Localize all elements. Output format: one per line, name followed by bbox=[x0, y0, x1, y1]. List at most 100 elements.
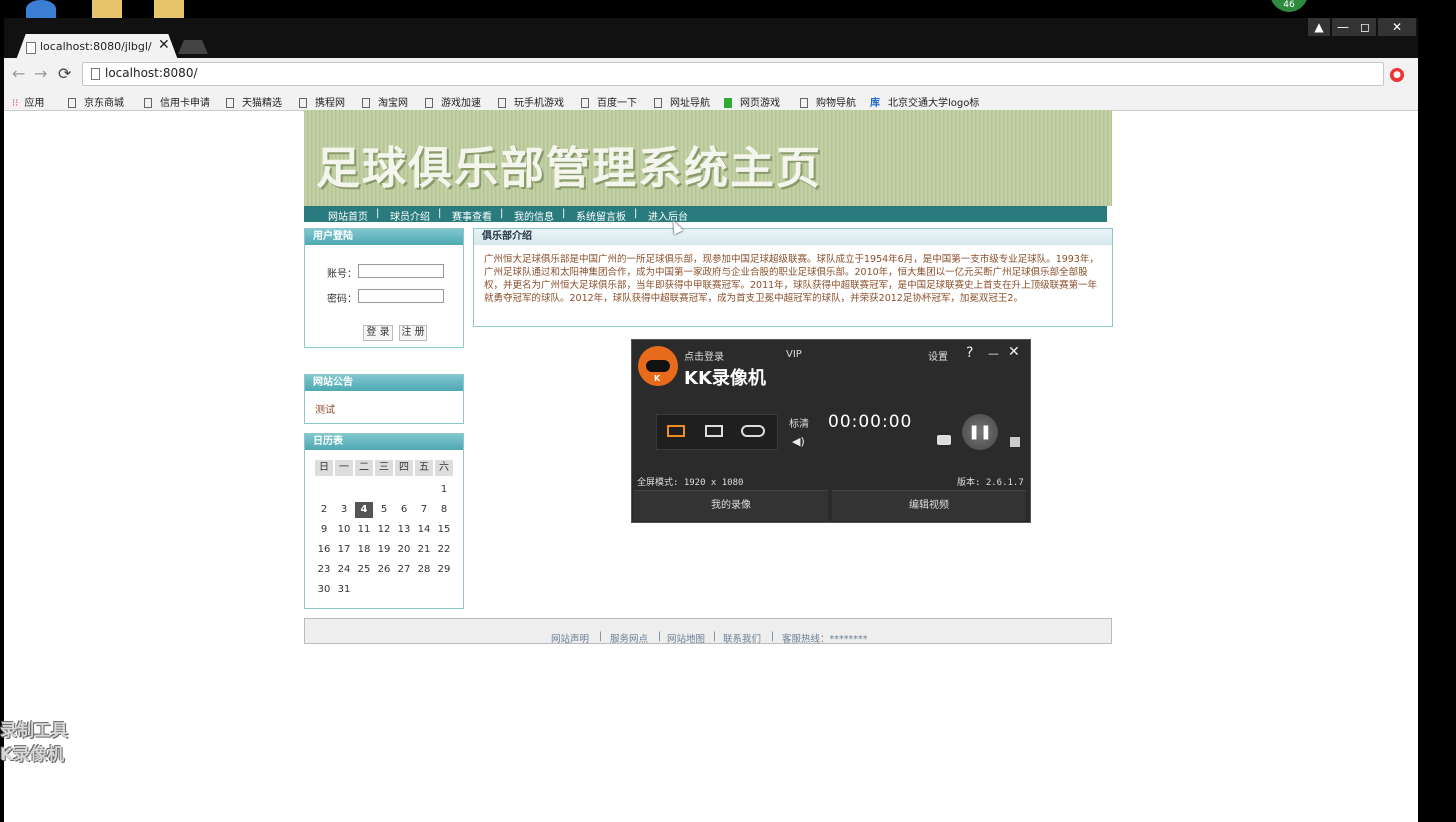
calendar-day[interactable]: 16 bbox=[315, 542, 333, 558]
calendar-day[interactable]: 1 bbox=[435, 482, 453, 498]
calendar-day[interactable]: 15 bbox=[435, 522, 453, 538]
camera-icon[interactable] bbox=[937, 435, 951, 445]
calendar-day[interactable]: 2 bbox=[315, 502, 333, 518]
calendar-day[interactable]: 12 bbox=[375, 522, 393, 538]
bookmark-item[interactable]: 库北京交通大学logo标 bbox=[870, 94, 979, 109]
kk-close-icon[interactable]: ✕ bbox=[1008, 344, 1020, 360]
nav-home[interactable]: 网站首页 bbox=[328, 208, 368, 223]
weekday-header: 三 bbox=[375, 460, 393, 476]
browser-tab[interactable]: localhost:8080/jlbgl/in… ✕ bbox=[16, 34, 178, 60]
calendar-day[interactable]: 24 bbox=[335, 562, 353, 578]
calendar-day[interactable]: 22 bbox=[435, 542, 453, 558]
register-button[interactable]: 注 册 bbox=[399, 325, 427, 341]
weekday-header: 日 bbox=[315, 460, 333, 476]
bookmark-item[interactable]: 淘宝网 bbox=[362, 94, 408, 109]
calendar-day[interactable]: 29 bbox=[435, 562, 453, 578]
bookmark-item[interactable]: 携程网 bbox=[299, 94, 345, 109]
footer-link-service[interactable]: 服务网点 bbox=[610, 631, 648, 645]
nav-message-board[interactable]: 系统留言板 bbox=[576, 208, 626, 223]
address-bar[interactable]: localhost:8080/ bbox=[82, 62, 1384, 86]
bookmark-item[interactable]: 信用卡申请 bbox=[144, 94, 210, 109]
kk-login-link[interactable]: 点击登录 bbox=[684, 348, 724, 363]
bookmark-apps[interactable]: ⁝⁝ 应用 bbox=[12, 94, 44, 109]
close-button[interactable]: ✕ bbox=[1378, 18, 1416, 36]
volume-icon[interactable]: ◀) bbox=[792, 435, 805, 448]
footer-link-statement[interactable]: 网站声明 bbox=[551, 631, 589, 645]
kk-minimize-icon[interactable]: — bbox=[988, 347, 999, 360]
calendar-day[interactable]: 13 bbox=[395, 522, 413, 538]
calendar-day[interactable]: 9 bbox=[315, 522, 333, 538]
kk-help-icon[interactable]: ? bbox=[966, 345, 973, 361]
desktop-folder-icon[interactable] bbox=[154, 0, 184, 18]
nav-matches[interactable]: 赛事查看 bbox=[452, 208, 492, 223]
bookmark-item[interactable]: 网页游戏 bbox=[724, 94, 780, 109]
calendar-title: 日历表 bbox=[305, 434, 463, 450]
pause-button[interactable]: ❚❚ bbox=[962, 414, 998, 450]
kk-quality-label[interactable]: 标清 bbox=[789, 415, 809, 430]
nav-admin[interactable]: 进入后台 bbox=[648, 208, 688, 223]
nav-my-info[interactable]: 我的信息 bbox=[514, 208, 554, 223]
notice-panel: 网站公告 测试 bbox=[304, 374, 464, 424]
calendar-day[interactable]: 28 bbox=[415, 562, 433, 578]
bookmarks-bar: ⁝⁝ 应用 京东商城 信用卡申请 天猫精选 携程网 淘宝网 游戏加速 玩手机游戏 … bbox=[4, 92, 1418, 111]
bookmark-item[interactable]: 玩手机游戏 bbox=[498, 94, 564, 109]
bookmark-item[interactable]: 京东商城 bbox=[68, 94, 124, 109]
new-tab-button[interactable] bbox=[178, 40, 208, 54]
user-icon[interactable]: ▲ bbox=[1308, 18, 1330, 36]
calendar-day[interactable]: 18 bbox=[355, 542, 373, 558]
calendar-day[interactable]: 27 bbox=[395, 562, 413, 578]
account-input[interactable] bbox=[358, 264, 444, 278]
maximize-button[interactable]: ◻ bbox=[1354, 18, 1376, 36]
calendar-day[interactable]: 11 bbox=[355, 522, 373, 538]
bookmark-item[interactable]: 网址导航 bbox=[654, 94, 710, 109]
calendar-day[interactable]: 6 bbox=[395, 502, 413, 518]
extension-icon[interactable]: ● bbox=[1390, 68, 1404, 82]
calendar-day[interactable]: 5 bbox=[375, 502, 393, 518]
password-input[interactable] bbox=[358, 289, 444, 303]
calendar-day[interactable]: 7 bbox=[415, 502, 433, 518]
calendar-day[interactable]: 21 bbox=[415, 542, 433, 558]
site-banner: 足球俱乐部管理系统主页 bbox=[304, 110, 1112, 206]
calendar-day[interactable]: 20 bbox=[395, 542, 413, 558]
forward-icon[interactable]: → bbox=[34, 64, 47, 83]
kk-settings-button[interactable]: 设置 bbox=[928, 348, 948, 363]
nav-separator: | bbox=[376, 208, 380, 219]
calendar-day[interactable]: 19 bbox=[375, 542, 393, 558]
notice-item[interactable]: 测试 bbox=[315, 401, 335, 416]
calendar-day[interactable]: 3 bbox=[335, 502, 353, 518]
edit-video-button[interactable]: 编辑视频 bbox=[832, 490, 1026, 521]
bookmark-item[interactable]: 购物导航 bbox=[800, 94, 856, 109]
minimize-button[interactable]: — bbox=[1332, 18, 1354, 36]
calendar-day[interactable]: 8 bbox=[435, 502, 453, 518]
calendar-day[interactable]: 26 bbox=[375, 562, 393, 578]
footer-link-sitemap[interactable]: 网站地图 bbox=[667, 631, 705, 645]
kk-timer: 00:00:00 bbox=[828, 412, 913, 432]
calendar-day[interactable]: 23 bbox=[315, 562, 333, 578]
calendar-day[interactable]: 31 bbox=[335, 582, 353, 598]
url-text: localhost:8080/ bbox=[105, 66, 198, 80]
calendar-day[interactable]: 4 bbox=[355, 502, 373, 518]
kk-vip-link[interactable]: VIP bbox=[786, 349, 802, 360]
bookmark-item[interactable]: 游戏加速 bbox=[425, 94, 481, 109]
site-footer: 网站声明 | 服务网点 | 网站地图 | 联系我们 | 客服热线：*******… bbox=[304, 618, 1112, 645]
game-mode-icon[interactable] bbox=[741, 425, 765, 437]
desktop-folder-icon[interactable] bbox=[92, 0, 122, 18]
reload-icon[interactable]: ⟳ bbox=[58, 64, 71, 83]
calendar-day[interactable]: 25 bbox=[355, 562, 373, 578]
calendar-day[interactable]: 17 bbox=[335, 542, 353, 558]
back-icon[interactable]: ← bbox=[12, 64, 25, 83]
desktop-globe-icon[interactable] bbox=[26, 0, 56, 18]
bookmark-item[interactable]: 天猫精选 bbox=[226, 94, 282, 109]
stop-button[interactable] bbox=[1010, 437, 1020, 447]
tab-close-icon[interactable]: ✕ bbox=[158, 37, 170, 53]
nav-players[interactable]: 球员介绍 bbox=[390, 208, 430, 223]
calendar-day[interactable]: 30 bbox=[315, 582, 333, 598]
calendar-day[interactable]: 14 bbox=[415, 522, 433, 538]
region-mode-icon[interactable] bbox=[705, 425, 723, 437]
fullscreen-mode-icon[interactable] bbox=[667, 425, 685, 437]
bookmark-item[interactable]: 百度一下 bbox=[581, 94, 637, 109]
footer-link-contact[interactable]: 联系我们 bbox=[723, 631, 761, 645]
calendar-day[interactable]: 10 bbox=[335, 522, 353, 538]
my-videos-button[interactable]: 我的录像 bbox=[634, 490, 828, 521]
login-button[interactable]: 登 录 bbox=[363, 325, 393, 341]
